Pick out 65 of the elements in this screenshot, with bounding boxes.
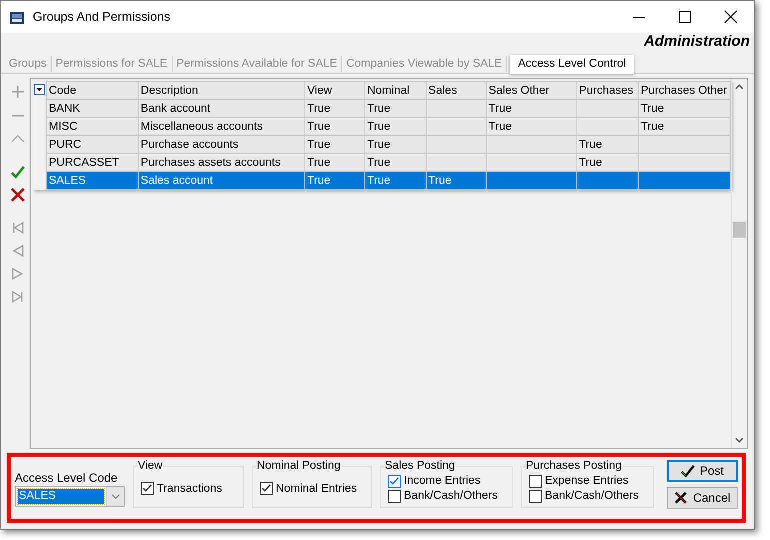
- tab[interactable]: Access Level Control: [510, 55, 634, 74]
- table-cell: True: [364, 136, 426, 154]
- table-cell: Purchase accounts: [138, 136, 305, 154]
- checkbox[interactable]: [529, 490, 542, 502]
- table-cell: True: [486, 118, 577, 136]
- cross-icon: [674, 491, 688, 505]
- checkbox-label: Income Entries: [404, 475, 481, 487]
- scrollbar-thumb[interactable]: [733, 222, 746, 238]
- field-label: Access Level Code: [15, 471, 119, 485]
- window-title: Groups And Permissions: [33, 10, 172, 24]
- table-cell: BANK: [46, 100, 138, 118]
- scroll-down-icon[interactable]: [734, 435, 745, 445]
- checkbox-label: Transactions: [157, 482, 222, 494]
- column-header[interactable]: Code: [46, 82, 138, 100]
- column-header[interactable]: Description: [138, 82, 305, 100]
- checkbox-label: Bank/Cash/Others: [404, 490, 498, 502]
- table-cell: SALES: [46, 172, 138, 190]
- table-cell: True: [304, 136, 365, 154]
- column-header[interactable]: Purchases: [576, 82, 638, 100]
- group-title: Nominal Posting: [257, 460, 341, 472]
- table-cell: True: [638, 100, 730, 118]
- section-heading: Administration: [644, 33, 750, 51]
- group-title: Purchases Posting: [526, 460, 622, 472]
- post-button[interactable]: Post: [667, 460, 738, 482]
- checkmark-icon: [680, 464, 695, 478]
- caret-icon: [110, 492, 120, 502]
- group-title: Sales Posting: [385, 460, 456, 472]
- checkbox-label: Bank/Cash/Others: [545, 490, 639, 502]
- table-cell: MISC: [46, 118, 138, 136]
- cancel-button[interactable]: Cancel: [667, 487, 738, 509]
- table-cell: True: [486, 100, 577, 118]
- scroll-up-icon[interactable]: [734, 82, 745, 92]
- column-header[interactable]: Purchases Other: [638, 82, 730, 100]
- column-header[interactable]: Sales: [426, 82, 486, 100]
- checkbox-label: Nominal Entries: [276, 482, 358, 494]
- table-cell: True: [304, 100, 365, 118]
- checkbox[interactable]: [529, 474, 542, 488]
- column-header[interactable]: Sales Other: [486, 82, 577, 100]
- close-button[interactable]: [724, 10, 738, 24]
- table-cell: True: [364, 172, 426, 190]
- table-cell: Bank account: [138, 100, 305, 118]
- group-title: View: [138, 460, 163, 472]
- table-cell: True: [576, 136, 638, 154]
- table-cell: True: [638, 118, 730, 136]
- app-logo-icon: [9, 9, 25, 25]
- table-cell: True: [364, 118, 426, 136]
- table-cell: True: [304, 118, 365, 136]
- checkbox[interactable]: [388, 490, 401, 502]
- table-cell: PURC: [46, 136, 138, 154]
- table-cell: Sales account: [138, 172, 305, 190]
- checkbox[interactable]: [141, 482, 154, 495]
- table-cell: True: [304, 172, 365, 190]
- cross-icon[interactable]: [10, 187, 26, 203]
- maximize-button[interactable]: [678, 10, 692, 24]
- table-cell: True: [426, 172, 486, 190]
- checkbox[interactable]: [388, 474, 401, 488]
- column-header[interactable]: View: [304, 82, 365, 100]
- table-cell: Miscellaneous accounts: [138, 118, 305, 136]
- checkmark-icon[interactable]: [10, 164, 26, 180]
- access-level-dropdown[interactable]: SALES: [15, 486, 125, 507]
- table-cell: True: [364, 100, 426, 118]
- column-header[interactable]: Nominal: [364, 82, 426, 100]
- checkbox-label: Expense Entries: [545, 475, 629, 487]
- checkbox[interactable]: [260, 482, 273, 495]
- dropdown-icon[interactable]: [34, 84, 45, 94]
